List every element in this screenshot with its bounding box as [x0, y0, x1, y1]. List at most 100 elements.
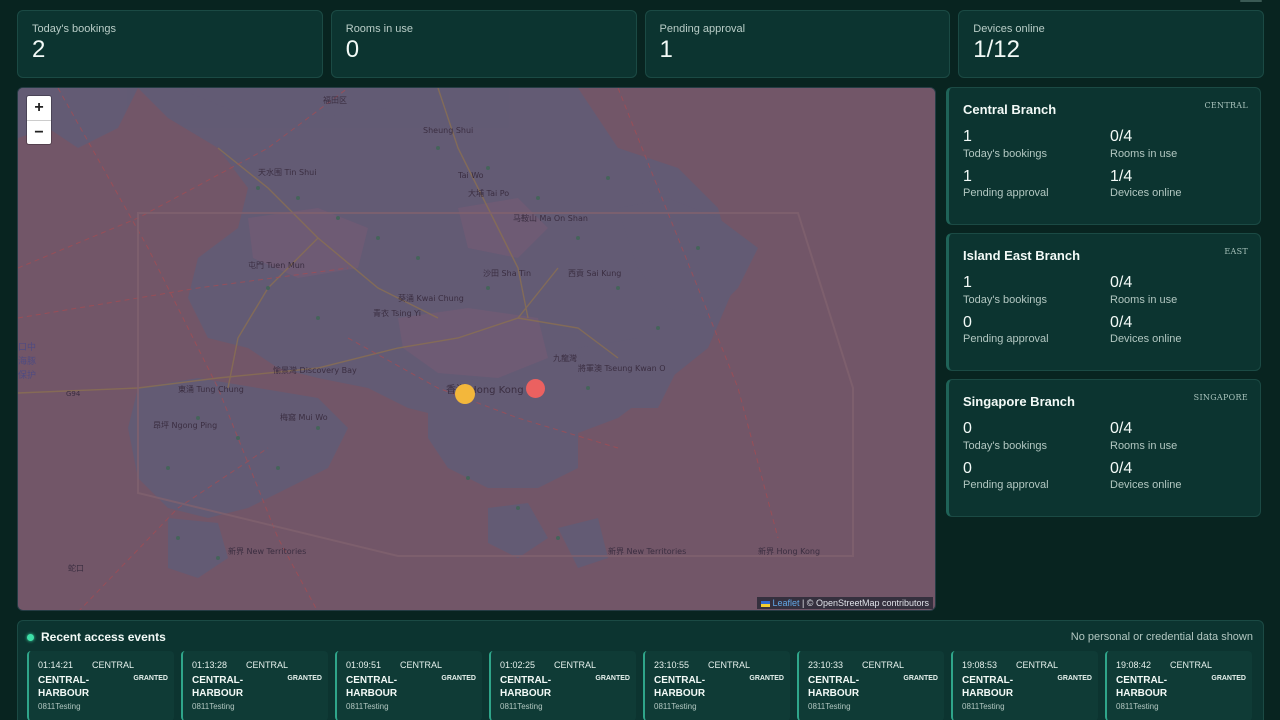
- branch-devices-value: 0/4: [1110, 313, 1133, 331]
- privacy-note: No personal or credential data shown: [1070, 631, 1253, 643]
- branch-devices-value: 1/4: [1110, 167, 1133, 185]
- map-zoom-control: + −: [27, 96, 51, 144]
- event-room: CENTRAL-HARBOUR: [500, 675, 552, 699]
- event-time: 01:02:25: [500, 660, 536, 670]
- event-user: 0811Testing: [1116, 702, 1159, 711]
- zoom-in-button[interactable]: +: [27, 96, 51, 120]
- branch-devices-label: Devices online: [1110, 479, 1182, 492]
- branch-card-east[interactable]: Island East Branch EAST 1 Today's booking…: [946, 233, 1261, 371]
- branch-rooms-label: Rooms in use: [1110, 293, 1178, 306]
- event-status: GRANTED: [133, 675, 168, 682]
- event-room: CENTRAL-HARBOUR: [1116, 675, 1168, 699]
- top-bar-handle: [1240, 0, 1262, 2]
- branch-bookings-value: 1: [963, 274, 972, 291]
- branch-pending-value: 0: [963, 313, 972, 331]
- stat-value: 2: [32, 36, 46, 63]
- stat-card-rooms: Rooms in use 0: [330, 10, 637, 78]
- stat-card-pending: Pending approval 1: [644, 10, 951, 78]
- branch-pending-label: Pending approval: [963, 333, 1049, 346]
- branch-code: CENTRAL: [1204, 101, 1248, 110]
- branch-marker-central[interactable]: [455, 384, 475, 404]
- event-user: 0811Testing: [192, 702, 235, 711]
- event-time: 01:14:21: [38, 660, 74, 670]
- branch-pending-label: Pending approval: [963, 479, 1049, 492]
- zoom-out-button[interactable]: −: [27, 120, 51, 144]
- event-card[interactable]: 01:02:25 CENTRAL CENTRAL-HARBOUR GRANTED…: [489, 651, 636, 720]
- branch-pending-value: 1: [963, 167, 972, 185]
- event-room: CENTRAL-HARBOUR: [808, 675, 860, 699]
- event-status: GRANTED: [441, 675, 476, 682]
- event-room: CENTRAL-HARBOUR: [962, 675, 1014, 699]
- stat-label: Rooms in use: [345, 23, 414, 35]
- event-status: GRANTED: [749, 675, 784, 682]
- event-user: 0811Testing: [654, 702, 697, 711]
- event-time: 01:13:28: [192, 660, 228, 670]
- branch-rooms-value: 0/4: [1110, 420, 1133, 437]
- map-attribution: Leaflet | © OpenStreetMap contributors: [757, 597, 933, 609]
- event-card[interactable]: 01:09:51 CENTRAL CENTRAL-HARBOUR GRANTED…: [335, 651, 482, 720]
- branch-bookings-value: 0: [963, 420, 972, 437]
- events-header: Recent access events: [27, 630, 166, 644]
- summary-stats: Today's bookings 2 Rooms in use 0 Pendin…: [17, 10, 1264, 78]
- event-branch: CENTRAL: [554, 660, 597, 670]
- event-status: GRANTED: [595, 675, 630, 682]
- event-card[interactable]: 23:10:55 CENTRAL CENTRAL-HARBOUR GRANTED…: [643, 651, 790, 720]
- event-branch: CENTRAL: [400, 660, 443, 670]
- event-status: GRANTED: [287, 675, 322, 682]
- live-indicator-icon: [27, 633, 34, 641]
- event-list: 01:14:21 CENTRAL CENTRAL-HARBOUR GRANTED…: [27, 651, 1252, 720]
- event-room: CENTRAL-HARBOUR: [346, 675, 398, 699]
- event-card[interactable]: 01:14:21 CENTRAL CENTRAL-HARBOUR GRANTED…: [27, 651, 174, 720]
- branch-pending-value: 0: [963, 459, 972, 477]
- branch-pending-label: Pending approval: [963, 187, 1049, 200]
- event-time: 23:10:55: [654, 660, 690, 670]
- branch-card-central[interactable]: Central Branch CENTRAL 1 Today's bookings…: [946, 87, 1261, 225]
- event-card[interactable]: 19:08:53 CENTRAL CENTRAL-HARBOUR GRANTED…: [951, 651, 1098, 720]
- stat-label: Pending approval: [659, 23, 746, 35]
- recent-access-events: Recent access events No personal or cred…: [17, 620, 1264, 720]
- event-branch: CENTRAL: [246, 660, 289, 670]
- event-card[interactable]: 01:13:28 CENTRAL CENTRAL-HARBOUR GRANTED…: [181, 651, 328, 720]
- stat-value: 0: [345, 36, 360, 63]
- event-time: 01:09:51: [346, 660, 382, 670]
- branch-name: Island East Branch: [963, 248, 1081, 263]
- branch-bookings-value: 1: [963, 128, 972, 145]
- event-status: GRANTED: [1211, 675, 1246, 682]
- event-user: 0811Testing: [346, 702, 389, 711]
- event-card[interactable]: 23:10:33 CENTRAL CENTRAL-HARBOUR GRANTED…: [797, 651, 944, 720]
- event-user: 0811Testing: [38, 702, 81, 711]
- stat-value: 1/12: [973, 36, 1020, 63]
- branch-code: SINGAPORE: [1193, 393, 1248, 402]
- stat-value: 1: [659, 36, 673, 63]
- branch-bookings-label: Today's bookings: [963, 293, 1048, 306]
- event-time: 23:10:33: [808, 660, 844, 670]
- branch-marker-east[interactable]: [526, 379, 545, 398]
- attribution-text: | © OpenStreetMap contributors: [799, 598, 929, 608]
- branch-card-singapore[interactable]: Singapore Branch SINGAPORE 0 Today's book…: [946, 379, 1261, 517]
- branch-bookings-label: Today's bookings: [963, 439, 1048, 452]
- event-card[interactable]: 19:08:42 CENTRAL CENTRAL-HARBOUR GRANTED…: [1105, 651, 1252, 720]
- branch-bookings-label: Today's bookings: [963, 147, 1048, 160]
- branch-rooms-label: Rooms in use: [1110, 147, 1178, 160]
- map-tiles[interactable]: 福田区 Sheung Shui Tai Wo 天水围 Tin Shui 大埔 T…: [18, 88, 936, 611]
- branch-code: EAST: [1224, 247, 1248, 256]
- event-branch: CENTRAL: [1170, 660, 1213, 670]
- event-branch: CENTRAL: [1016, 660, 1059, 670]
- stat-label: Devices online: [973, 23, 1045, 35]
- event-user: 0811Testing: [500, 702, 543, 711]
- event-branch: CENTRAL: [862, 660, 905, 670]
- event-status: GRANTED: [903, 675, 938, 682]
- branch-rooms-value: 0/4: [1110, 128, 1133, 145]
- event-branch: CENTRAL: [92, 660, 135, 670]
- event-user: 0811Testing: [808, 702, 851, 711]
- branch-rooms-label: Rooms in use: [1110, 439, 1178, 452]
- branch-rooms-value: 0/4: [1110, 274, 1133, 291]
- stat-label: Today's bookings: [32, 23, 117, 35]
- event-time: 19:08:53: [962, 660, 998, 670]
- leaflet-link[interactable]: Leaflet: [772, 598, 799, 608]
- events-title: Recent access events: [41, 630, 166, 644]
- event-room: CENTRAL-HARBOUR: [38, 675, 90, 699]
- event-user: 0811Testing: [962, 702, 1005, 711]
- branch-map[interactable]: 福田区 Sheung Shui Tai Wo 天水围 Tin Shui 大埔 T…: [17, 87, 936, 611]
- stat-card-devices: Devices online 1/12: [958, 10, 1264, 78]
